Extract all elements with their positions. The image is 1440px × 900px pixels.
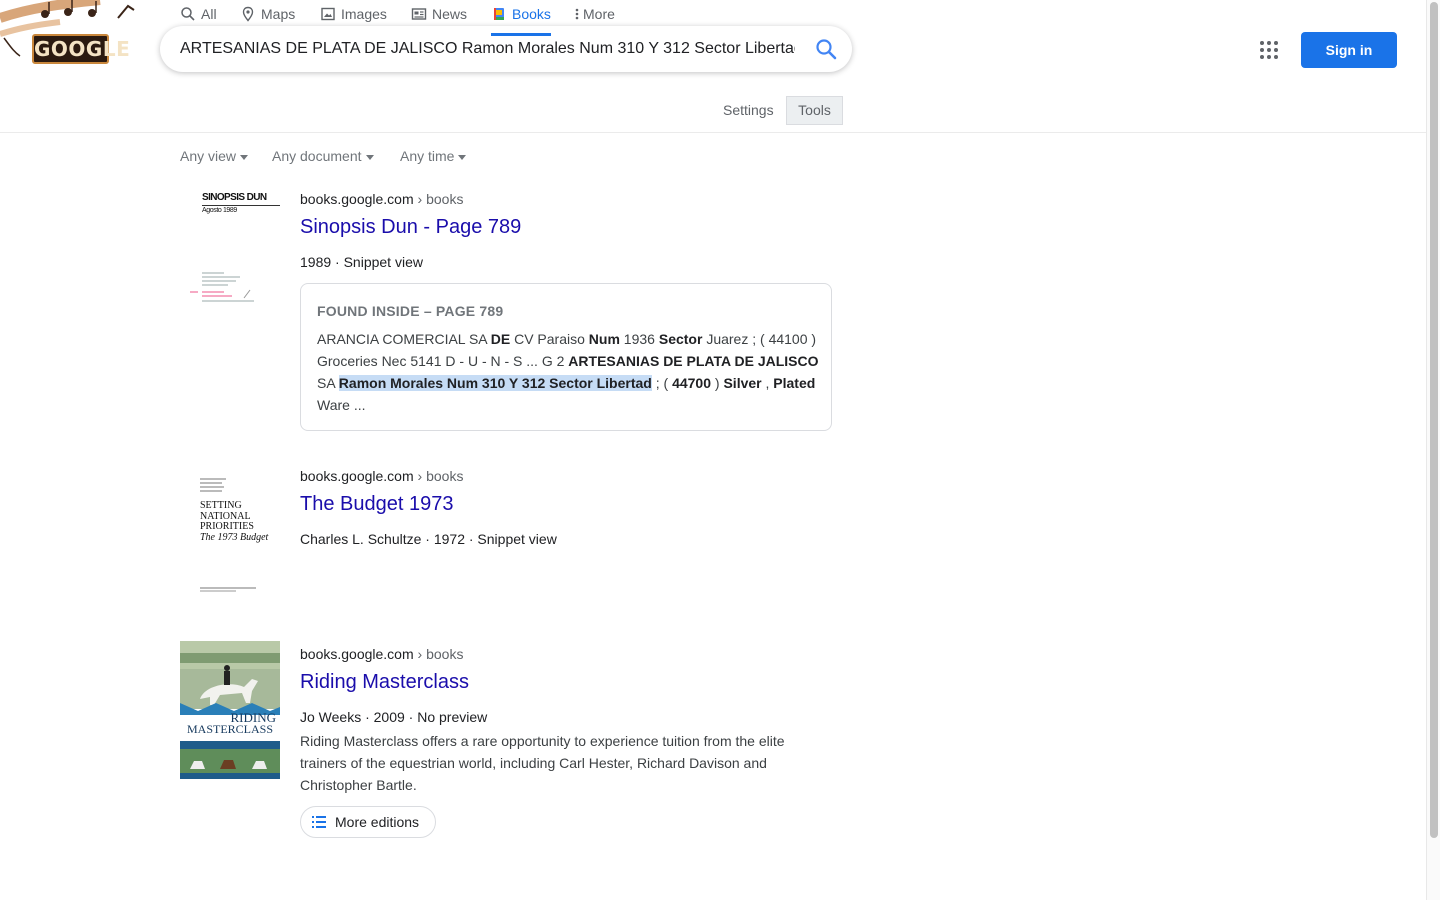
result-cite: books.google.com › books — [300, 644, 463, 664]
cover-title: SINOPSIS DUN — [202, 192, 267, 203]
cover-publisher-lines — [200, 587, 256, 592]
list-icon — [312, 816, 326, 828]
tab-books-label: Books — [512, 6, 551, 22]
apps-grid-icon[interactable] — [1257, 38, 1281, 62]
tab-news-label: News — [432, 6, 468, 22]
map-pin-icon — [242, 6, 254, 22]
result-meta: Jo Weeks · 2009 · No preview — [300, 709, 488, 725]
book-icon — [494, 8, 504, 20]
scrollbar-thumb[interactable] — [1430, 2, 1438, 838]
header-divider — [0, 132, 1426, 133]
result-path: › books — [417, 191, 464, 207]
result-title-link[interactable]: Sinopsis Dun - Page 789 — [300, 214, 521, 240]
result-path: › books — [417, 646, 464, 662]
tab-all[interactable]: All — [180, 0, 217, 36]
filter-time-label: Any time — [400, 148, 455, 164]
result-meta: Charles L. Schultze · 1972 · Snippet vie… — [300, 531, 557, 547]
result-site: books.google.com — [300, 646, 414, 662]
page: GOOGLE ARTESANIAS DE PLATA DE JALISCO Ra… — [0, 0, 1440, 900]
tab-maps-label: Maps — [261, 6, 296, 22]
result-title-link[interactable]: The Budget 1973 — [300, 491, 453, 517]
tab-images-label: Images — [341, 6, 387, 22]
cover-title: SETTING NATIONAL PRIORITIES The 1973 Bud… — [200, 500, 269, 543]
book-cover-riding[interactable]: RIDING MASTERCLASS — [180, 641, 280, 779]
filter-view-label: Any view — [180, 148, 237, 164]
tools-button[interactable]: Tools — [786, 96, 843, 125]
result-description: Riding Masterclass offers a rare opportu… — [300, 733, 785, 793]
settings-link[interactable]: Settings — [723, 96, 774, 124]
tab-images[interactable]: Images — [320, 0, 387, 36]
cover-author-lines — [200, 478, 226, 492]
caret-down-icon — [240, 154, 249, 160]
search-input[interactable]: ARTESANIAS DE PLATA DE JALISCO Ramon Mor… — [180, 38, 795, 60]
tab-maps[interactable]: Maps — [240, 0, 295, 36]
found-inside-label: FOUND INSIDE – PAGE 789 — [317, 303, 504, 319]
filter-document-dropdown[interactable]: Any document — [272, 146, 374, 166]
result-meta: 1989 · Snippet view — [300, 254, 423, 270]
book-cover-budget[interactable]: SETTING NATIONAL PRIORITIES The 1973 Bud… — [180, 466, 280, 601]
more-editions-button[interactable]: More editions — [300, 806, 436, 838]
result-title-link[interactable]: Riding Masterclass — [300, 669, 469, 695]
tab-more[interactable]: More — [574, 0, 615, 36]
sign-in-button[interactable]: Sign in — [1301, 32, 1397, 68]
result-path: › books — [417, 468, 464, 484]
caret-down-icon — [365, 154, 374, 160]
filter-time-dropdown[interactable]: Any time — [400, 146, 467, 166]
cover-title-2: MASTERCLASS — [186, 722, 274, 736]
filter-view-dropdown[interactable]: Any view — [180, 146, 249, 166]
cover-subtitle: Agosto 1989 — [202, 207, 237, 214]
snippet-text: ARANCIA COMERCIAL SA DE CV Paraiso Num 1… — [317, 331, 819, 413]
result-site: books.google.com — [300, 191, 414, 207]
more-editions-label: More editions — [335, 814, 420, 830]
filter-document-label: Any document — [272, 148, 362, 164]
found-inside-snippet[interactable]: FOUND INSIDE – PAGE 789 ARANCIA COMERCIA… — [300, 283, 832, 431]
search-icon — [181, 7, 195, 21]
scrollbar[interactable] — [1426, 0, 1440, 900]
result-cite: books.google.com › books — [300, 466, 463, 486]
tab-more-label: More — [583, 6, 615, 22]
more-dots-icon — [575, 8, 579, 20]
image-icon — [321, 7, 335, 21]
cover-page-lines — [190, 272, 254, 302]
news-icon — [411, 8, 427, 20]
caret-down-icon — [458, 154, 467, 160]
tab-all-label: All — [201, 6, 217, 22]
result-site: books.google.com — [300, 468, 414, 484]
book-cover-sinopsis[interactable]: SINOPSIS DUN Agosto 1989 — [180, 186, 280, 316]
tab-news[interactable]: News — [411, 0, 467, 36]
cover-rule — [202, 205, 280, 206]
result-cite: books.google.com › books — [300, 189, 463, 209]
highlighted-match: Ramon Morales Num 310 Y 312 Sector Liber… — [338, 375, 652, 391]
tab-books[interactable]: Books — [491, 0, 551, 36]
google-logo[interactable]: GOOGLE — [32, 34, 130, 64]
search-icon[interactable] — [814, 37, 838, 61]
